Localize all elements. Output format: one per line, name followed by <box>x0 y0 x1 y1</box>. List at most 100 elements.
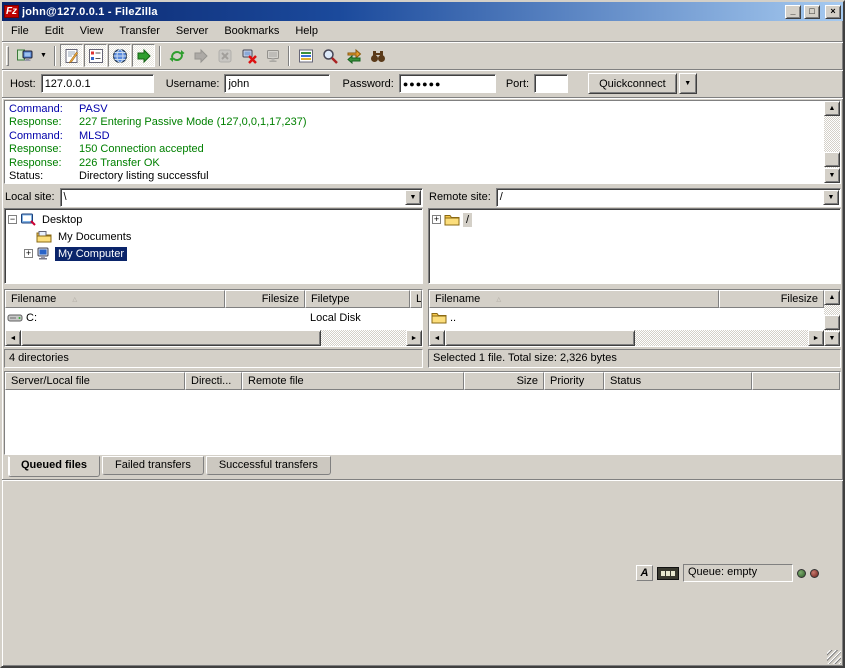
toolbar-grip[interactable] <box>6 46 9 66</box>
scroll-down-icon[interactable]: ▼ <box>824 168 840 183</box>
toggle-message-log-icon[interactable] <box>60 44 83 67</box>
toolbar: ▼ <box>2 41 843 69</box>
toggle-transfer-queue-icon[interactable] <box>132 44 155 67</box>
toggle-local-tree-icon[interactable] <box>84 44 107 67</box>
folder-icon <box>444 212 460 228</box>
close-button[interactable]: × <box>825 5 841 19</box>
menu-view[interactable]: View <box>72 23 112 39</box>
desktop-icon <box>20 212 36 228</box>
directory-filters-icon[interactable] <box>294 44 317 67</box>
local-file-list: Filename ▵ Filesize Filetype L C: Local … <box>4 289 423 347</box>
scroll-right-icon[interactable]: ► <box>406 330 422 346</box>
queue-body[interactable] <box>5 390 840 454</box>
tab-successful-transfers[interactable]: Successful transfers <box>206 456 331 475</box>
menu-bookmarks[interactable]: Bookmarks <box>216 23 287 39</box>
menu-transfer[interactable]: Transfer <box>111 23 168 39</box>
site-manager-dropdown-icon[interactable]: ▼ <box>37 44 50 67</box>
local-status-text: 4 directories <box>4 349 423 368</box>
scroll-track[interactable] <box>824 116 840 168</box>
remote-site-bar: Remote site: / ▼ <box>428 186 841 208</box>
tab-queued-files[interactable]: Queued files <box>8 456 100 477</box>
synchronized-browsing-icon[interactable] <box>342 44 365 67</box>
tree-item-my-computer[interactable]: + My Computer <box>5 245 422 262</box>
remote-site-combo[interactable]: / ▼ <box>496 188 841 207</box>
expand-icon[interactable]: + <box>24 249 33 258</box>
tab-failed-transfers[interactable]: Failed transfers <box>102 456 204 475</box>
column-header-filetype[interactable]: Filetype <box>305 290 410 308</box>
scroll-thumb[interactable] <box>445 330 635 346</box>
host-input[interactable] <box>41 74 154 93</box>
scroll-thumb[interactable] <box>824 315 840 330</box>
chevron-down-icon[interactable]: ▼ <box>823 190 839 205</box>
column-header-filesize[interactable]: Filesize <box>225 290 305 308</box>
scroll-left-icon[interactable]: ◄ <box>429 330 445 346</box>
toggle-remote-tree-icon[interactable] <box>108 44 131 67</box>
message-log: Command:PASV Response:227 Entering Passi… <box>4 100 841 184</box>
scroll-up-icon[interactable]: ▲ <box>824 101 840 116</box>
tree-item-desktop[interactable]: − Desktop <box>5 211 422 228</box>
scroll-right-icon[interactable]: ► <box>808 330 824 346</box>
column-header-truncated[interactable]: L <box>410 290 422 308</box>
site-manager-icon[interactable] <box>13 44 36 67</box>
scroll-track[interactable] <box>635 330 808 346</box>
speed-limits-icon[interactable] <box>657 567 679 580</box>
scroll-thumb[interactable] <box>824 152 840 167</box>
scroll-left-icon[interactable]: ◄ <box>5 330 21 346</box>
port-input[interactable] <box>534 74 568 93</box>
quickconnect-button[interactable]: Quickconnect <box>588 73 677 94</box>
app-icon[interactable]: Fz <box>4 5 19 18</box>
menu-help[interactable]: Help <box>287 23 326 39</box>
collapse-icon[interactable]: − <box>8 215 17 224</box>
log-scrollbar[interactable]: ▲ ▼ <box>824 101 840 183</box>
directory-comparison-icon[interactable] <box>318 44 341 67</box>
scroll-up-icon[interactable]: ▲ <box>824 290 840 305</box>
scroll-track[interactable] <box>824 305 840 331</box>
status-bar: A Queue: empty <box>2 479 843 666</box>
transfer-queue: Server/Local file Directi... Remote file… <box>4 371 841 455</box>
quickconnect-dropdown-icon[interactable]: ▼ <box>679 73 697 94</box>
disk-icon <box>7 310 23 326</box>
expand-icon[interactable]: + <box>432 215 441 224</box>
local-file-row[interactable]: C: Local Disk <box>5 309 422 326</box>
tree-item-my-documents[interactable]: My Documents <box>5 228 422 245</box>
column-header-priority[interactable]: Priority <box>544 372 604 390</box>
local-hscrollbar[interactable]: ◄ ► <box>5 330 422 346</box>
column-header-status[interactable]: Status <box>604 372 752 390</box>
column-label: Filename <box>435 293 480 305</box>
scroll-down-icon[interactable]: ▼ <box>824 331 840 346</box>
remote-file-row[interactable]: .. <box>429 309 824 326</box>
column-header-remote-file[interactable]: Remote file <box>242 372 464 390</box>
ascii-data-type-icon[interactable]: A <box>636 565 653 581</box>
log-line-label: Command: <box>9 103 79 116</box>
column-header-filename[interactable]: Filename ▵ <box>429 290 719 308</box>
disconnect-icon[interactable] <box>237 44 260 67</box>
column-header-direction[interactable]: Directi... <box>185 372 242 390</box>
log-line-text: Directory listing successful <box>79 170 209 182</box>
column-header-size[interactable]: Size <box>464 372 544 390</box>
title-bar[interactable]: Fz john@127.0.0.1 - FileZilla _ □ × <box>2 2 843 21</box>
remote-vscrollbar[interactable]: ▲ ▼ <box>824 290 840 346</box>
find-files-icon[interactable] <box>366 44 389 67</box>
chevron-down-icon[interactable]: ▼ <box>405 190 421 205</box>
local-site-combo[interactable]: \ ▼ <box>60 188 423 207</box>
tree-item-root[interactable]: + / <box>429 211 840 228</box>
menu-server[interactable]: Server <box>168 23 216 39</box>
toolbar-separator <box>54 46 56 66</box>
log-line-text: 227 Entering Passive Mode (127,0,0,1,17,… <box>79 116 306 128</box>
menu-edit[interactable]: Edit <box>37 23 72 39</box>
folder-icon <box>431 310 447 326</box>
refresh-icon[interactable] <box>165 44 188 67</box>
username-input[interactable] <box>224 74 330 93</box>
minimize-button[interactable]: _ <box>785 5 801 19</box>
maximize-button[interactable]: □ <box>804 5 820 19</box>
scroll-thumb[interactable] <box>21 330 321 346</box>
column-header-filesize[interactable]: Filesize <box>719 290 824 308</box>
resize-grip[interactable] <box>827 650 841 664</box>
column-header-filename[interactable]: Filename ▵ <box>5 290 225 308</box>
password-input[interactable] <box>399 74 496 93</box>
column-header-local-file[interactable]: Server/Local file <box>5 372 185 390</box>
scroll-track[interactable] <box>321 330 406 346</box>
remote-hscrollbar[interactable]: ◄ ► <box>429 330 824 346</box>
menu-file[interactable]: File <box>3 23 37 39</box>
local-site-label: Local site: <box>5 191 55 203</box>
